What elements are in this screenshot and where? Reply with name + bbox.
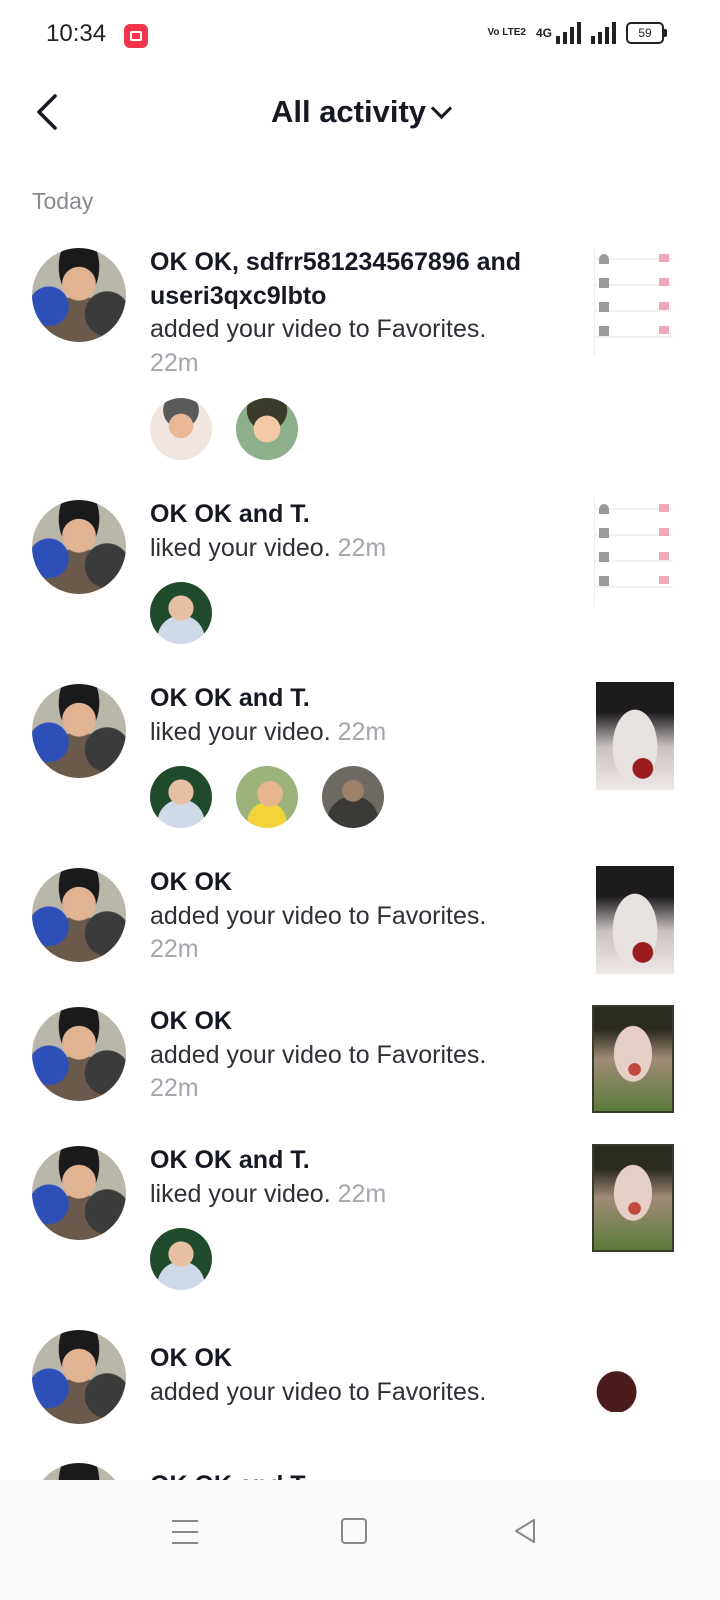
video-thumbnail[interactable] <box>596 866 674 974</box>
user-avatars <box>150 1228 212 1290</box>
notification-names[interactable]: OK OK <box>150 1342 570 1376</box>
notification-text: OK OK added your video to Favorites. <box>150 1342 570 1409</box>
notification-action: added your video to Favorites. <box>150 1040 487 1069</box>
section-today-label: Today <box>32 188 94 214</box>
notification-time: 22m <box>337 717 387 746</box>
notification-time: 22m <box>150 935 199 963</box>
back-triangle-icon[interactable] <box>510 1516 540 1546</box>
notification-item[interactable]: OK OK and T. liked your video. 22m <box>0 492 720 676</box>
notification-action: added your video to Favorites. <box>150 315 487 343</box>
network-type: 4G <box>535 26 552 40</box>
notification-text: OK OK, sdfrr581234567896 and useri3qxc9l… <box>150 246 570 380</box>
avatar[interactable] <box>150 398 212 460</box>
avatar[interactable] <box>322 766 384 828</box>
activity-feed[interactable]: OK OK, sdfrr581234567896 and useri3qxc9l… <box>0 240 720 1480</box>
battery-icon: 59 <box>626 22 667 44</box>
avatar[interactable] <box>32 1146 126 1240</box>
page-title: All activity <box>270 94 427 129</box>
avatar[interactable] <box>32 1330 126 1424</box>
notification-text: OK OK and T. liked your video. 22m <box>150 498 570 565</box>
notification-text: OK OK added your video to Favorites. 22m <box>150 866 570 967</box>
notification-text: OK OK and T. liked your video. 22m <box>150 1144 570 1211</box>
video-thumbnail[interactable] <box>594 498 673 606</box>
notification-item[interactable]: OK OK and T. <box>0 1455 720 1480</box>
notification-names[interactable]: OK OK and T. <box>150 682 570 716</box>
notification-names[interactable]: OK OK <box>150 1005 570 1039</box>
notification-action: liked your video. <box>150 533 331 562</box>
notification-action: added your video to Favorites. <box>150 1377 487 1406</box>
home-square-icon[interactable] <box>341 1518 367 1544</box>
video-thumbnail[interactable] <box>592 1144 674 1252</box>
video-thumbnail[interactable] <box>592 1332 674 1412</box>
notification-time: 22m <box>337 1179 387 1208</box>
notification-names[interactable]: OK OK, sdfrr581234567896 and useri3qxc9l… <box>150 246 570 313</box>
notification-action: liked your video. <box>150 1179 331 1208</box>
avatar[interactable] <box>236 398 298 460</box>
notification-text: OK OK and T. <box>150 1469 570 1480</box>
user-avatars <box>150 398 298 460</box>
notification-names[interactable]: OK OK and T. <box>150 498 570 532</box>
notification-action: added your video to Favorites. <box>150 901 487 930</box>
notification-text: OK OK added your video to Favorites. 22m <box>150 1005 570 1106</box>
notification-item[interactable]: OK OK, sdfrr581234567896 and useri3qxc9l… <box>0 240 720 492</box>
signal-icon <box>556 22 581 44</box>
avatar[interactable] <box>150 766 212 828</box>
notification-item[interactable]: OK OK added your video to Favorites. <box>0 1322 720 1455</box>
screen-record-icon <box>124 24 148 48</box>
status-time: 10:34 <box>46 20 107 47</box>
notification-names[interactable]: OK OK and T. <box>150 1469 570 1480</box>
avatar[interactable] <box>236 766 298 828</box>
volte-icon: Vo LTE2 <box>487 27 526 38</box>
activity-filter-dropdown[interactable]: All activity <box>0 94 720 130</box>
notification-time: 22m <box>150 1074 199 1102</box>
notification-action: liked your video. <box>150 717 331 746</box>
video-thumbnail[interactable] <box>592 1005 674 1113</box>
notification-item[interactable]: OK OK and T. liked your video. 22m <box>0 1138 720 1322</box>
avatar[interactable] <box>150 1228 212 1290</box>
notification-time: 22m <box>337 533 387 562</box>
user-avatars <box>150 766 384 828</box>
signal-icon <box>591 22 616 44</box>
avatar[interactable] <box>32 1463 126 1480</box>
avatar[interactable] <box>32 684 126 778</box>
avatar[interactable] <box>32 1007 126 1101</box>
chevron-down-icon <box>430 97 453 120</box>
notification-item[interactable]: OK OK added your video to Favorites. 22m <box>0 999 720 1138</box>
menu-icon[interactable] <box>172 1520 198 1544</box>
status-icons: Vo LTE2 4G 59 <box>487 22 667 44</box>
system-nav-bar <box>0 1480 720 1600</box>
video-thumbnail[interactable] <box>594 248 673 356</box>
avatar[interactable] <box>32 248 126 342</box>
avatar[interactable] <box>32 868 126 962</box>
notification-item[interactable]: OK OK added your video to Favorites. 22m <box>0 860 720 999</box>
notification-time: 22m <box>150 348 199 377</box>
notification-names[interactable]: OK OK and T. <box>150 1144 570 1178</box>
notification-names[interactable]: OK OK <box>150 866 570 900</box>
video-thumbnail[interactable] <box>596 682 674 790</box>
notification-item[interactable]: OK OK and T. liked your video. 22m <box>0 676 720 860</box>
avatar[interactable] <box>150 582 212 644</box>
user-avatars <box>150 582 212 644</box>
avatar[interactable] <box>32 500 126 594</box>
notification-text: OK OK and T. liked your video. 22m <box>150 682 570 749</box>
status-bar: 10:34 Vo LTE2 4G 59 <box>0 0 720 70</box>
